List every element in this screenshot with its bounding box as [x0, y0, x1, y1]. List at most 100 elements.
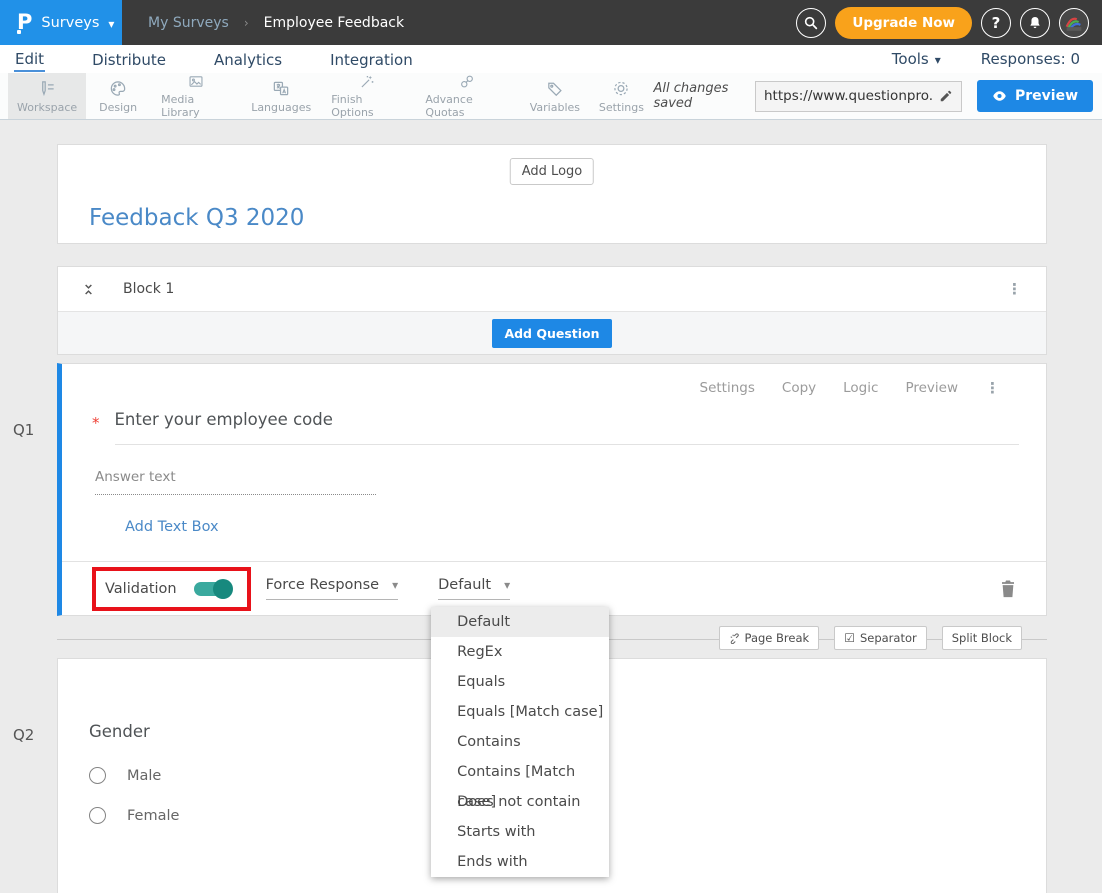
question-logic-link[interactable]: Logic — [843, 380, 878, 396]
search-button[interactable] — [796, 8, 826, 38]
trash-icon — [1000, 579, 1016, 598]
menu-item-regex[interactable]: RegEx — [431, 637, 609, 667]
top-actions: Upgrade Now ? — [796, 7, 1102, 39]
breadcrumb-current: Employee Feedback — [264, 15, 404, 31]
links-icon — [457, 73, 477, 90]
bell-icon — [1027, 15, 1043, 31]
questionpro-logo-icon: P — [17, 12, 32, 33]
image-icon — [186, 73, 206, 90]
save-status: All changes saved — [653, 81, 740, 111]
survey-url-box — [755, 81, 962, 112]
add-text-box-link[interactable]: Add Text Box — [125, 519, 219, 535]
question-kebab-menu-icon[interactable] — [985, 379, 1000, 397]
toolbar-item-variables[interactable]: Variables — [520, 73, 589, 119]
validation-group: Validation — [92, 567, 251, 611]
radio-button[interactable] — [89, 767, 106, 784]
product-menu-label: Surveys — [41, 15, 99, 31]
split-block-button[interactable]: Split Block — [942, 626, 1022, 650]
menu-item-contains[interactable]: Contains — [431, 727, 609, 757]
help-button[interactable]: ? — [981, 8, 1011, 38]
add-question-button[interactable]: Add Question — [492, 319, 611, 348]
survey-url-input[interactable] — [764, 88, 933, 104]
force-response-select[interactable]: Force Response — [266, 577, 399, 600]
question-1-wrapper: Q1 Settings Copy Logic Preview * Enter y… — [57, 363, 1047, 616]
radio-option-female: Female — [89, 807, 179, 824]
toolbar-item-label: Advance Quotas — [425, 93, 509, 119]
product-switcher[interactable]: P Surveys — [0, 0, 122, 45]
survey-title[interactable]: Feedback Q3 2020 — [89, 205, 304, 231]
chevron-down-icon — [108, 13, 114, 32]
tag-icon — [545, 79, 565, 98]
toolbar-item-workspace[interactable]: Workspace — [8, 73, 86, 119]
question-2-title[interactable]: Gender — [89, 722, 150, 741]
delete-question-button[interactable] — [1000, 579, 1016, 598]
menu-item-does-not-contain[interactable]: Does not contain — [431, 787, 609, 817]
menu-item-default[interactable]: Default — [431, 607, 609, 637]
page-break-button[interactable]: Page Break — [719, 626, 820, 650]
required-asterisk: * — [92, 414, 100, 432]
tools-menu[interactable]: Tools — [892, 50, 941, 68]
toolbar-item-design[interactable]: Design — [86, 73, 150, 119]
preview-button[interactable]: Preview — [977, 80, 1093, 112]
question-settings-link[interactable]: Settings — [700, 380, 755, 396]
translate-icon — [271, 79, 291, 98]
menu-item-starts-with[interactable]: Starts with — [431, 817, 609, 847]
question-1-title[interactable]: Enter your employee code — [115, 410, 1020, 445]
add-logo-button[interactable]: Add Logo — [510, 158, 594, 185]
menu-item-ends-with[interactable]: Ends with — [431, 847, 609, 877]
survey-canvas: Add Logo Feedback Q3 2020 Block 1 Add Qu… — [0, 120, 1102, 893]
question-copy-link[interactable]: Copy — [782, 380, 816, 396]
force-response-value: Force Response — [266, 577, 379, 593]
toolbar-item-label: Workspace — [17, 101, 77, 114]
wand-icon — [357, 73, 377, 90]
answer-text-field[interactable]: Answer text — [95, 469, 376, 495]
notifications-button[interactable] — [1020, 8, 1050, 38]
menu-item-contains-match-case[interactable]: Contains [Match case] — [431, 757, 609, 787]
toolbar-item-label: Languages — [251, 101, 311, 114]
collapse-block-icon[interactable] — [82, 282, 95, 297]
menu-item-equals-match-case[interactable]: Equals [Match case] — [431, 697, 609, 727]
search-icon — [803, 15, 819, 31]
separator-button[interactable]: Separator — [834, 626, 927, 650]
checkbox-icon — [844, 631, 855, 645]
radio-button[interactable] — [89, 807, 106, 824]
toolbar-item-media-library[interactable]: Media Library — [150, 73, 242, 119]
toolbar-item-finish-options[interactable]: Finish Options — [320, 73, 414, 119]
preview-label: Preview — [1015, 88, 1078, 104]
tab-edit[interactable]: Edit — [14, 47, 45, 72]
question-title-row: * Enter your employee code — [62, 410, 1046, 445]
separator-label: Separator — [860, 631, 917, 645]
toolbar-item-label: Media Library — [161, 93, 231, 119]
breadcrumb-my-surveys[interactable]: My Surveys — [148, 15, 229, 31]
responses-count[interactable]: Responses: 0 — [981, 50, 1080, 68]
menu-item-equals[interactable]: Equals — [431, 667, 609, 697]
upgrade-now-button[interactable]: Upgrade Now — [835, 7, 972, 39]
toolbar-item-label: Finish Options — [331, 93, 403, 119]
tab-analytics[interactable]: Analytics — [213, 48, 283, 71]
palette-icon — [108, 79, 128, 98]
question-mark-icon: ? — [992, 14, 1001, 32]
tab-distribute[interactable]: Distribute — [91, 48, 167, 71]
edit-url-button[interactable] — [939, 89, 953, 103]
block-title[interactable]: Block 1 — [123, 281, 174, 297]
toolbar-item-advance-quotas[interactable]: Advance Quotas — [414, 73, 520, 119]
validation-type-value: Default — [438, 577, 491, 593]
validation-label: Validation — [105, 581, 177, 597]
unlink-icon — [729, 633, 740, 644]
tab-integration[interactable]: Integration — [329, 48, 414, 71]
block-card: Block 1 Add Question — [57, 266, 1047, 355]
toolbar-item-label: Design — [99, 101, 137, 114]
avatar-image — [1063, 12, 1085, 34]
top-bar: P Surveys My Surveys › Employee Feedback… — [0, 0, 1102, 45]
validation-toggle[interactable] — [194, 582, 231, 596]
block-kebab-menu-icon[interactable] — [1007, 280, 1022, 298]
user-avatar[interactable] — [1059, 8, 1089, 38]
toolbar-item-settings[interactable]: Settings — [589, 73, 653, 119]
question-preview-link[interactable]: Preview — [905, 380, 958, 396]
survey-nav: Edit Distribute Analytics Integration To… — [0, 45, 1102, 73]
toolbar-item-languages[interactable]: Languages — [242, 73, 320, 119]
nav-right: Tools Responses: 0 — [892, 50, 1088, 68]
toggle-knob — [213, 579, 233, 599]
validation-type-select[interactable]: Default — [438, 577, 510, 600]
page-break-label: Page Break — [745, 631, 810, 645]
